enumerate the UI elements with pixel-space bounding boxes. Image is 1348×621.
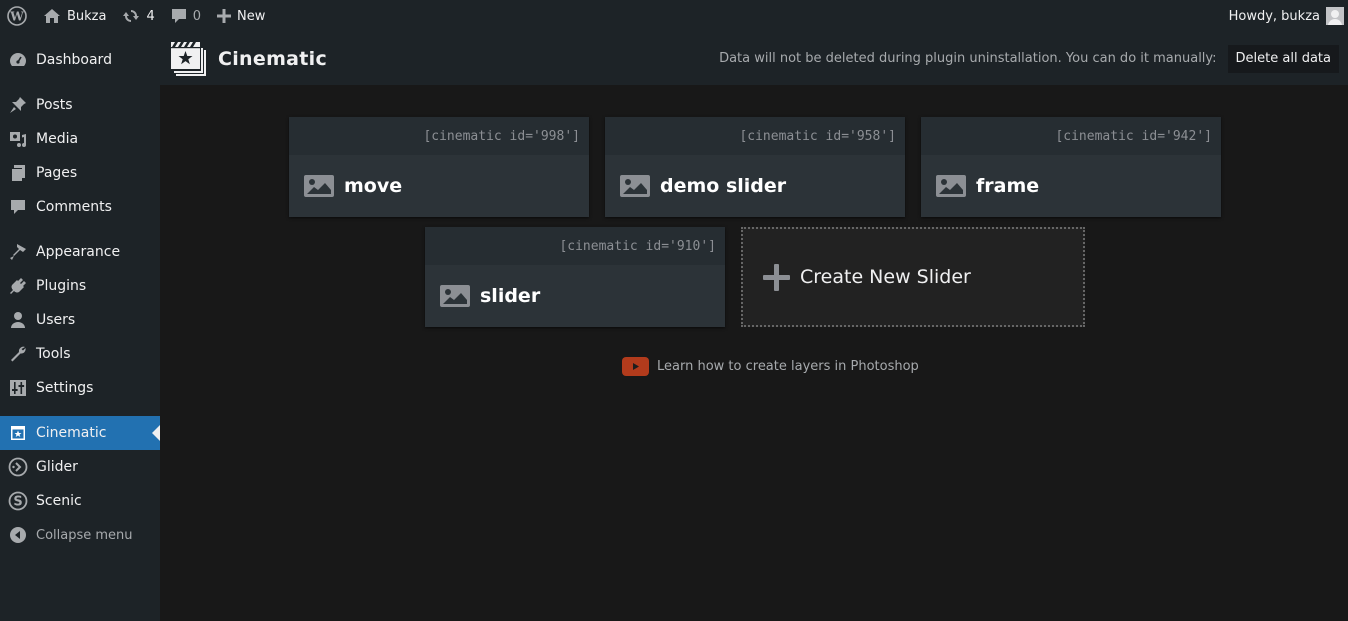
- image-icon: [620, 175, 650, 197]
- slider-shortcode[interactable]: [cinematic id='958']: [605, 117, 905, 155]
- slider-shortcode[interactable]: [cinematic id='910']: [425, 227, 725, 265]
- svg-text:S: S: [13, 495, 22, 510]
- slider-card[interactable]: [cinematic id='998'] move: [289, 117, 589, 217]
- plus-icon: [217, 9, 232, 23]
- sidebar-item-appearance[interactable]: Appearance: [0, 235, 160, 269]
- plug-icon: [0, 277, 36, 295]
- sidebar-item-label: Tools: [36, 346, 71, 362]
- wordpress-logo-button[interactable]: W: [0, 0, 35, 32]
- sidebar-item-label: Posts: [36, 97, 73, 113]
- updates-link[interactable]: 4: [114, 0, 162, 32]
- site-name-link[interactable]: Bukza: [35, 0, 114, 32]
- sidebar-item-pages[interactable]: Pages: [0, 156, 160, 190]
- pin-icon: [0, 96, 36, 114]
- slider-card[interactable]: [cinematic id='910'] slider: [425, 227, 725, 327]
- sidebar-item-settings[interactable]: Settings: [0, 371, 160, 405]
- sidebar-item-scenic[interactable]: S Scenic: [0, 484, 160, 518]
- cinematic-icon: [0, 424, 36, 442]
- collapse-icon: [0, 526, 36, 544]
- sidebar-item-label: Cinematic: [36, 425, 107, 441]
- comments-link[interactable]: 0: [163, 0, 209, 32]
- comment-icon: [0, 198, 36, 216]
- avatar: [1326, 7, 1344, 25]
- media-icon: [0, 130, 36, 148]
- collapse-menu-label: Collapse menu: [36, 527, 133, 543]
- comment-icon: [171, 8, 187, 24]
- updates-count: 4: [146, 8, 155, 24]
- slider-title: slider: [480, 285, 541, 307]
- image-icon: [936, 175, 966, 197]
- slider-title: frame: [976, 175, 1040, 197]
- image-icon: [304, 175, 334, 197]
- plugin-brand: Cinematic: [170, 40, 327, 78]
- slider-title: move: [344, 175, 403, 197]
- plus-icon: [763, 263, 790, 291]
- create-new-slider-button[interactable]: Create New Slider: [741, 227, 1085, 327]
- dashboard-icon: [0, 51, 36, 69]
- user-icon: [0, 311, 36, 329]
- delete-all-data-button[interactable]: Delete all data: [1227, 44, 1339, 73]
- sidebar-item-plugins[interactable]: Plugins: [0, 269, 160, 303]
- sidebar-item-label: Settings: [36, 380, 94, 396]
- new-content-link[interactable]: New: [209, 0, 273, 32]
- uninstall-note: Data will not be deleted during plugin u…: [719, 51, 1217, 66]
- sidebar-item-media[interactable]: Media: [0, 122, 160, 156]
- photoshop-tutorial-link[interactable]: Learn how to create layers in Photoshop: [622, 357, 919, 376]
- sidebar-item-label: Scenic: [36, 493, 82, 509]
- sidebar-item-label: Glider: [36, 459, 78, 475]
- sidebar-item-label: Plugins: [36, 278, 87, 294]
- home-icon: [43, 8, 61, 24]
- svg-text:W: W: [9, 10, 24, 24]
- slider-shortcode[interactable]: [cinematic id='998']: [289, 117, 589, 155]
- site-name: Bukza: [67, 8, 107, 24]
- youtube-icon: [622, 357, 649, 376]
- greeting: Howdy, bukza: [1228, 8, 1320, 24]
- wordpress-icon: W: [7, 6, 27, 26]
- scenic-icon: S: [0, 491, 36, 511]
- admin-sidebar: Dashboard Posts Media Pages Comments App…: [0, 32, 160, 621]
- wrench-icon: [0, 345, 36, 363]
- refresh-icon: [122, 7, 140, 25]
- sidebar-item-dashboard[interactable]: Dashboard: [0, 43, 160, 77]
- clapperboard-logo-icon: [170, 40, 208, 78]
- image-icon: [440, 285, 470, 307]
- new-label: New: [237, 8, 266, 24]
- sliders-icon: [0, 379, 36, 397]
- admin-bar: W Bukza 4 0 New Howdy, bukza: [0, 0, 1348, 32]
- sidebar-item-label: Users: [36, 312, 76, 328]
- collapse-menu-button[interactable]: Collapse menu: [0, 518, 160, 552]
- sidebar-item-users[interactable]: Users: [0, 303, 160, 337]
- slider-shortcode[interactable]: [cinematic id='942']: [921, 117, 1221, 155]
- sidebar-item-label: Dashboard: [36, 52, 112, 68]
- my-account-link[interactable]: Howdy, bukza: [1221, 0, 1348, 32]
- create-new-slider-label: Create New Slider: [800, 266, 971, 288]
- brush-icon: [0, 243, 36, 261]
- sliders-grid: [cinematic id='998'] move [cinematic id=…: [160, 85, 1348, 621]
- sidebar-item-label: Appearance: [36, 244, 121, 260]
- comments-count: 0: [192, 8, 202, 24]
- slider-card[interactable]: [cinematic id='958'] demo slider: [605, 117, 905, 217]
- pages-icon: [0, 164, 36, 182]
- glider-icon: [0, 457, 36, 477]
- sidebar-item-glider[interactable]: Glider: [0, 450, 160, 484]
- sidebar-item-posts[interactable]: Posts: [0, 88, 160, 122]
- slider-card[interactable]: [cinematic id='942'] frame: [921, 117, 1221, 217]
- slider-title: demo slider: [660, 175, 787, 197]
- page-title: Cinematic: [218, 47, 328, 70]
- tutorial-link-label: Learn how to create layers in Photoshop: [657, 359, 919, 374]
- sidebar-item-tools[interactable]: Tools: [0, 337, 160, 371]
- sidebar-item-label: Comments: [36, 199, 112, 215]
- plugin-header: Cinematic Data will not be deleted durin…: [160, 32, 1348, 85]
- sidebar-item-comments[interactable]: Comments: [0, 190, 160, 224]
- sidebar-item-label: Media: [36, 131, 79, 147]
- sidebar-item-label: Pages: [36, 165, 78, 181]
- sidebar-item-cinematic[interactable]: Cinematic: [0, 416, 160, 450]
